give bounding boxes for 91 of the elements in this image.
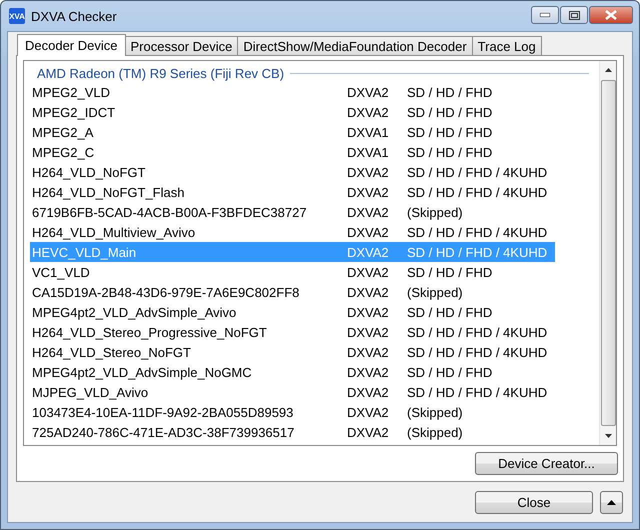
api-version: DXVA2 [347,304,390,320]
resolution-support: (Skipped) [407,204,463,220]
tab[interactable]: Decoder Device [17,34,126,56]
api-version: DXVA2 [347,404,390,420]
list-row[interactable]: CA15D19A-2B48-43D6-979E-7A6E9C802FF8 DXVA2 (Skipped) [30,282,555,302]
list-row[interactable]: MPEG4pt2_VLD_AdvSimple_NoGMC DXVA2 SD / HD / FHD [30,362,555,382]
scroll-down-icon [604,434,612,438]
list-row[interactable]: MPEG4pt2_VLD_AdvSimple_Avivo DXVA2 SD / HD / FHD [30,302,555,322]
api-version: DXVA1 [347,144,390,160]
scrollbar[interactable] [599,61,616,445]
decoder-name: VC1_VLD [32,264,91,280]
maximize-button[interactable] [560,6,588,24]
resolution-support: SD / HD / FHD [407,364,492,380]
decoder-name: MJPEG_VLD_Avivo [32,384,150,400]
tab[interactable]: Processor Device [124,36,238,55]
resolution-support: (Skipped) [407,424,463,440]
device-creator-button[interactable]: Device Creator... [475,452,618,475]
api-version: DXVA1 [347,124,390,140]
scroll-up-icon [604,68,612,72]
decoder-name: HEVC_VLD_Main [32,244,138,260]
api-version: DXVA2 [347,164,390,180]
list-row[interactable]: MPEG2_IDCT DXVA2 SD / HD / FHD [30,102,555,122]
api-version: DXVA2 [347,224,390,240]
api-version: DXVA2 [347,284,390,300]
api-version: DXVA2 [347,324,390,340]
list-row[interactable]: MPEG2_VLD DXVA2 SD / HD / FHD [30,82,555,102]
api-version: DXVA2 [347,84,390,100]
up-triangle-icon [607,500,616,504]
list-row[interactable]: 103473E4-10EA-11DF-9A92-2BA055D89593 DXVA2 (Skipped) [30,402,555,422]
list-row[interactable]: 6719B6FB-5CAD-4ACB-B00A-F3BFDEC38727 DXVA2 (Skipped) [30,202,555,222]
resolution-support: SD / HD / FHD / 4KUHD [407,344,548,360]
maximize-icon [568,10,580,20]
list-row[interactable]: 725AD240-786C-471E-AD3C-38F739936517 DXVA2 (Skipped) [30,422,555,442]
decoder-name: MPEG4pt2_VLD_AdvSimple_Avivo [32,304,238,320]
api-version: DXVA2 [347,104,390,120]
resolution-support: SD / HD / FHD / 4KUHD [407,384,548,400]
resolution-support: SD / HD / FHD [407,144,492,160]
close-button[interactable] [589,6,633,24]
decoder-name: MPEG4pt2_VLD_AdvSimple_NoGMC [32,364,253,380]
decoder-name: H264_VLD_Stereo_NoFGT [32,344,192,360]
resolution-support: SD / HD / FHD [407,264,492,280]
api-version: DXVA2 [347,204,390,220]
api-version: DXVA2 [347,384,390,400]
minimize-icon [540,13,550,17]
decoder-name: 725AD240-786C-471E-AD3C-38F739936517 [32,424,296,440]
resolution-support: SD / HD / FHD / 4KUHD [407,324,548,340]
decoder-name: MPEG2_A [32,124,94,140]
list-row[interactable]: MPEG2_C DXVA1 SD / HD / FHD [30,142,555,162]
api-version: DXVA2 [347,244,390,260]
resolution-support: SD / HD / FHD / 4KUHD [407,164,548,180]
resolution-support: SD / HD / FHD / 4KUHD [407,244,548,260]
api-version: DXVA2 [347,264,390,280]
decoder-name: H264_VLD_Stereo_Progressive_NoFGT [32,324,268,340]
api-version: DXVA2 [347,184,390,200]
app-icon: XVA [9,8,25,24]
decoder-name: CA15D19A-2B48-43D6-979E-7A6E9C802FF8 [32,284,300,300]
list-row[interactable]: MPEG2_A DXVA1 SD / HD / FHD [30,122,555,142]
expand-button[interactable] [600,490,623,514]
decoder-name: H264_VLD_NoFGT_Flash [32,184,186,200]
tab[interactable]: DirectShow/MediaFoundation Decoder [237,36,473,55]
decoder-name: MPEG2_VLD [32,84,112,100]
close-dialog-button[interactable]: Close [475,490,593,514]
resolution-support: (Skipped) [407,404,463,420]
resolution-support: (Skipped) [407,284,463,300]
api-version: DXVA2 [347,424,390,440]
decoder-name: 6719B6FB-5CAD-4ACB-B00A-F3BFDEC38727 [32,204,308,220]
list-row[interactable]: VC1_VLD DXVA2 SD / HD / FHD [30,262,555,282]
list-row[interactable]: H264_VLD_NoFGT DXVA2 SD / HD / FHD / 4KUHD [30,162,555,182]
list-row[interactable]: H264_VLD_Stereo_Progressive_NoFGT DXVA2 SD / HD / FHD / 4KUHD [30,322,555,342]
resolution-support: SD / HD / FHD [407,304,492,320]
window-title: DXVA Checker [31,8,117,24]
api-version: DXVA2 [347,364,390,380]
decoder-name: 103473E4-10EA-11DF-9A92-2BA055D89593 [32,404,294,420]
group-header: AMD Radeon (TM) R9 Series (Fiji Rev CB) [37,66,284,80]
tab[interactable]: Trace Log [472,36,542,55]
close-icon [605,10,617,20]
list-row[interactable]: H264_VLD_NoFGT_Flash DXVA2 SD / HD / FHD / 4KUHD [30,182,555,202]
list-row[interactable]: H264_VLD_Multiview_Avivo DXVA2 SD / HD / FHD / 4KUHD [30,222,555,242]
api-version: DXVA2 [347,344,390,360]
minimize-button[interactable] [531,6,559,24]
resolution-support: SD / HD / FHD / 4KUHD [407,224,548,240]
decoder-name: MPEG2_IDCT [32,104,116,120]
decoder-name: MPEG2_C [32,144,96,160]
resolution-support: SD / HD / FHD / 4KUHD [407,184,548,200]
resolution-support: SD / HD / FHD [407,84,492,100]
resolution-support: SD / HD / FHD [407,104,492,120]
list-row[interactable]: MJPEG_VLD_Avivo DXVA2 SD / HD / FHD / 4KUHD [30,382,555,402]
resolution-support: SD / HD / FHD [407,124,492,140]
list-row[interactable]: H264_VLD_Stereo_NoFGT DXVA2 SD / HD / FHD / 4KUHD [30,342,555,362]
decoder-name: H264_VLD_Multiview_Avivo [32,224,196,240]
decoder-name: H264_VLD_NoFGT [32,164,146,180]
